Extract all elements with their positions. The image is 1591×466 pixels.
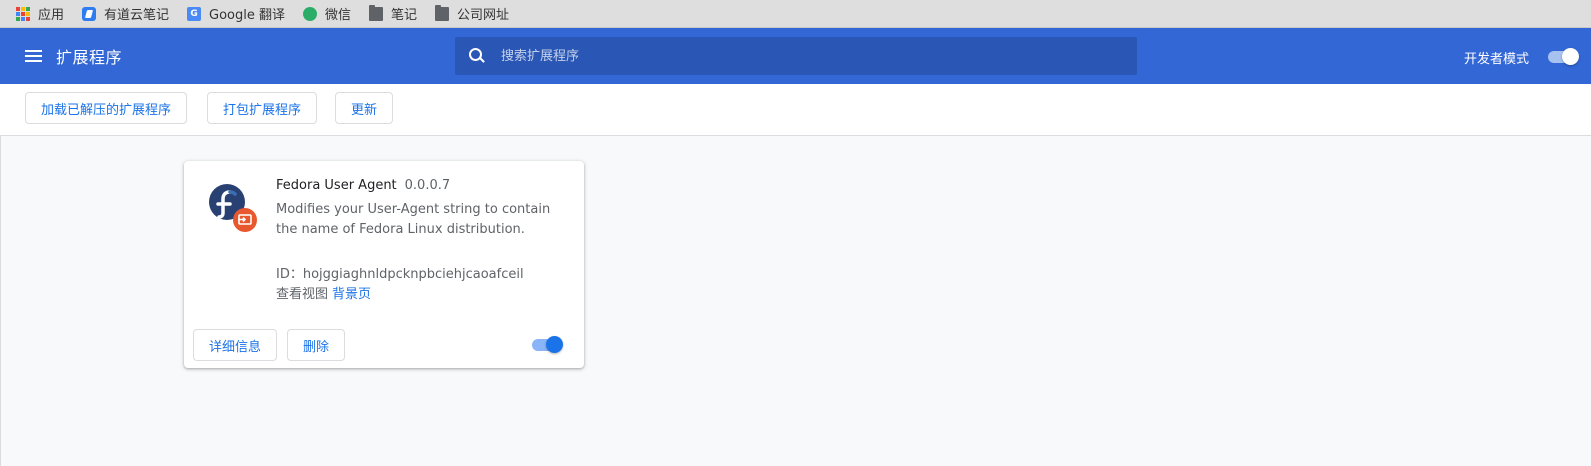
- wechat-icon: [303, 6, 318, 21]
- developer-mode-label: 开发者模式: [1464, 52, 1530, 67]
- extension-enable-toggle[interactable]: [532, 336, 566, 354]
- extension-description: Modifies your User-Agent string to conta…: [276, 202, 551, 237]
- divider: [0, 136, 1, 466]
- load-unpacked-button[interactable]: 加载已解压的扩展程序: [25, 92, 188, 124]
- extension-card: Fedora User Agent 0.0.0.7 Modifies your U…: [184, 161, 584, 368]
- inspect-views-label: 查看视图: [276, 287, 329, 302]
- extensions-header: 扩展程序 开发者模式: [0, 28, 1591, 84]
- inspect-views-row: 查看视图 背景页: [276, 283, 371, 302]
- bookmark-apps[interactable]: 应用: [16, 2, 72, 26]
- bookmark-label: 公司网址: [457, 8, 510, 23]
- youdao-note-icon: [82, 6, 97, 21]
- background-page-link[interactable]: 背景页: [332, 287, 371, 302]
- bookmarks-bar: 应用 有道云笔记 G Google 翻译 微信 笔记 公司网址: [0, 0, 1591, 28]
- bookmark-google-translate[interactable]: G Google 翻译: [187, 2, 293, 26]
- details-button[interactable]: 详细信息: [193, 329, 278, 361]
- bookmark-folder-notes[interactable]: 笔记: [369, 2, 425, 26]
- search-icon: [469, 48, 485, 64]
- extension-id-row: ID：hojggiaghnldpcknpbciehjcaoafceil: [276, 263, 524, 282]
- search-input[interactable]: [501, 37, 1137, 75]
- menu-icon[interactable]: [22, 44, 46, 68]
- extension-name: Fedora User Agent: [276, 178, 397, 193]
- bookmark-folder-company[interactable]: 公司网址: [435, 2, 517, 26]
- fedora-logo-icon: [208, 183, 258, 233]
- extension-version: 0.0.0.7: [404, 178, 451, 193]
- remove-button[interactable]: 删除: [287, 329, 346, 361]
- bookmark-youdao[interactable]: 有道云笔记: [82, 2, 177, 26]
- extension-id: hojggiaghnldpcknpbciehjcaoafceil: [302, 267, 524, 282]
- bookmark-wechat[interactable]: 微信: [303, 2, 359, 26]
- extension-name-row: Fedora User Agent 0.0.0.7: [276, 178, 450, 193]
- developer-toolbar: 加载已解压的扩展程序 打包扩展程序 更新: [0, 84, 1591, 136]
- bookmark-label: 有道云笔记: [104, 8, 170, 23]
- extension-id-label: ID：: [276, 267, 303, 282]
- developer-mode-toggle[interactable]: [1548, 48, 1580, 65]
- bookmark-label: 微信: [325, 8, 352, 23]
- folder-icon: [369, 5, 384, 21]
- page-title: 扩展程序: [56, 48, 123, 67]
- google-translate-icon: G: [187, 6, 202, 21]
- pack-extension-button[interactable]: 打包扩展程序: [207, 92, 318, 124]
- search-box: [455, 37, 1137, 75]
- bookmark-label: 笔记: [391, 8, 418, 23]
- folder-icon: [435, 5, 450, 21]
- bookmark-label: Google 翻译: [209, 8, 286, 23]
- apps-grid-icon: [16, 6, 30, 21]
- update-button[interactable]: 更新: [335, 92, 394, 124]
- bookmark-label: 应用: [38, 8, 65, 23]
